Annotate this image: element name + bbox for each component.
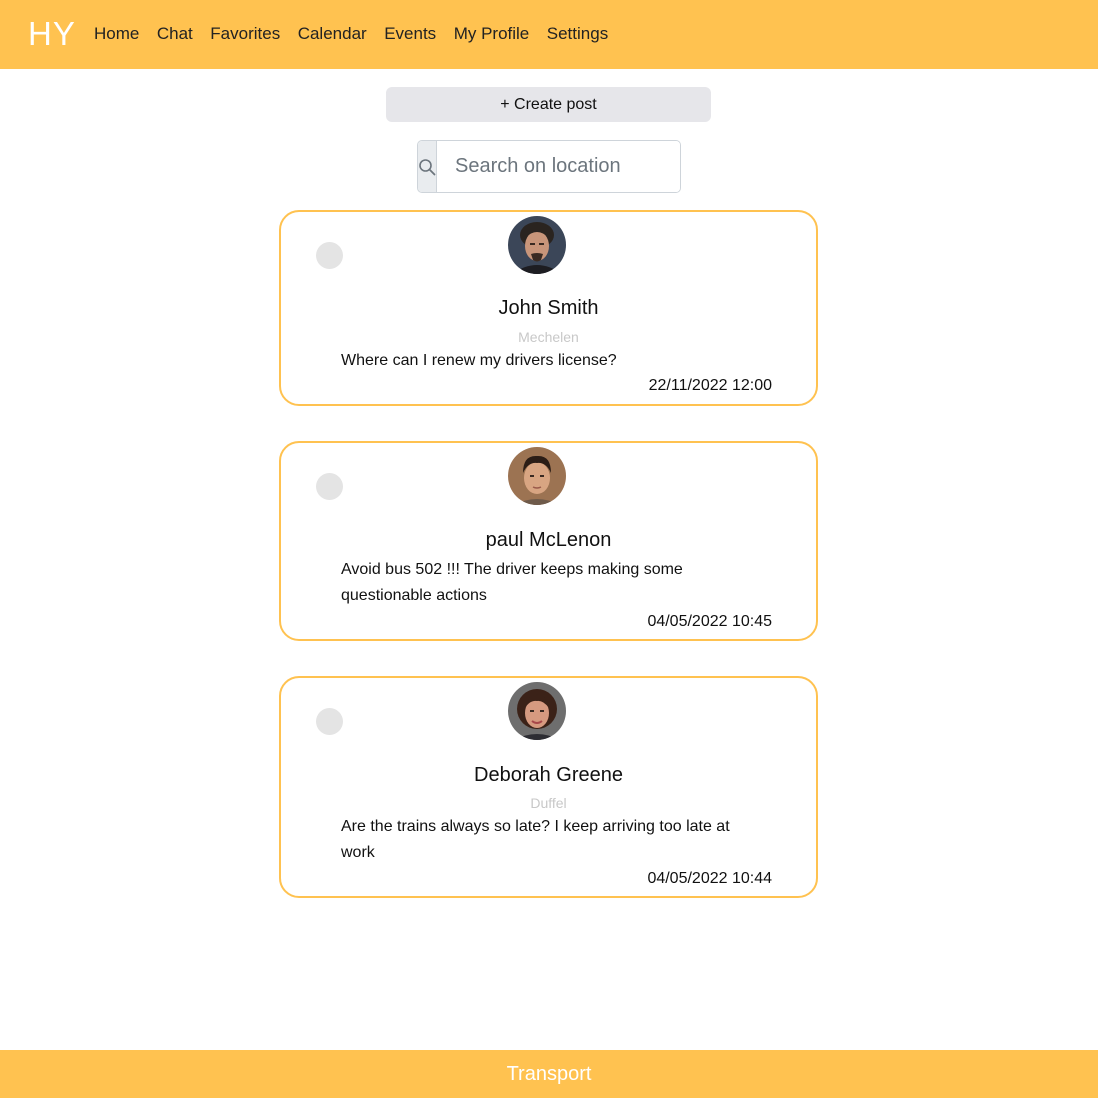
post-timestamp: 04/05/2022 10:45 [647, 613, 772, 630]
nav-link-favorites[interactable]: Favorites [210, 22, 280, 46]
nav-links: Home Chat Favorites Calendar Events My P… [94, 22, 626, 46]
post-timestamp: 04/05/2022 10:44 [647, 870, 772, 887]
post-timestamp: 22/11/2022 12:00 [648, 377, 772, 394]
post-message: Are the trains always so late? I keep ar… [341, 818, 730, 861]
post-author: John Smith [498, 297, 599, 319]
nav-link-chat[interactable]: Chat [157, 22, 193, 46]
avatar[interactable] [508, 216, 566, 274]
post-select-dot[interactable] [316, 473, 343, 500]
post-card[interactable]: Deborah Greene Duffel Are the trains alw… [279, 676, 818, 898]
avatar[interactable] [508, 447, 566, 505]
post-author: Deborah Greene [474, 764, 623, 786]
search-icon[interactable] [418, 141, 437, 192]
post-author: paul McLenon [485, 529, 612, 551]
nav-link-calendar[interactable]: Calendar [298, 22, 367, 46]
nav-link-events[interactable]: Events [384, 22, 436, 46]
nav-link-home[interactable]: Home [94, 22, 139, 46]
nav-link-my-profile[interactable]: My Profile [454, 22, 530, 46]
location-search [417, 140, 681, 193]
post-message: Where can I renew my drivers license? [341, 352, 617, 369]
search-input[interactable] [437, 141, 680, 192]
footer-category-label: Transport [506, 1062, 592, 1085]
post-card[interactable]: John Smith Mechelen Where can I renew my… [279, 210, 818, 406]
post-select-dot[interactable] [316, 708, 343, 735]
post-location: Duffel [530, 795, 567, 811]
footer: Transport [0, 1050, 1098, 1098]
post-select-dot[interactable] [316, 242, 343, 269]
navbar: HY Home Chat Favorites Calendar Events M… [0, 0, 1098, 69]
post-location: Mechelen [518, 329, 579, 345]
brand-logo[interactable]: HY [28, 14, 76, 54]
create-post-button[interactable]: + Create post [386, 87, 711, 122]
post-card[interactable]: paul McLenon Avoid bus 502 !!! The drive… [279, 441, 818, 641]
post-message: Avoid bus 502 !!! The driver keeps makin… [341, 561, 683, 604]
avatar[interactable] [508, 682, 566, 740]
nav-link-settings[interactable]: Settings [547, 22, 608, 46]
